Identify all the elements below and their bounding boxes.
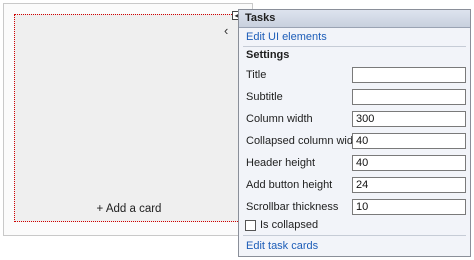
column-width-label: Column width xyxy=(246,113,313,125)
column-width-input[interactable] xyxy=(352,111,466,127)
tasks-panel: Tasks Edit UI elements Settings Title Su… xyxy=(238,9,471,257)
header-height-input[interactable] xyxy=(352,155,466,171)
edit-task-cards-link[interactable]: Edit task cards xyxy=(246,240,318,252)
add-button-height-label: Add button height xyxy=(246,179,333,191)
scrollbar-thickness-input[interactable] xyxy=(352,199,466,215)
add-card-button[interactable]: + Add a card xyxy=(15,203,243,215)
add-button-height-input[interactable] xyxy=(352,177,466,193)
subtitle-label: Subtitle xyxy=(246,91,283,103)
collapsed-column-width-label: Collapsed column width xyxy=(246,135,363,147)
divider xyxy=(243,46,466,47)
tasks-header: Tasks xyxy=(239,10,470,28)
title-label: Title xyxy=(246,69,267,81)
is-collapsed-checkbox[interactable] xyxy=(245,220,256,231)
card-column[interactable]: + Add a card xyxy=(14,14,244,222)
is-collapsed-label: Is collapsed xyxy=(260,219,319,231)
title-input[interactable] xyxy=(352,67,466,83)
scrollbar-thickness-label: Scrollbar thickness xyxy=(246,201,339,213)
designer-surface: + Add a card ‹ ◂ xyxy=(0,0,256,240)
settings-title: Settings xyxy=(246,49,290,61)
subtitle-input[interactable] xyxy=(352,89,466,105)
chevron-left-icon[interactable]: ‹ xyxy=(224,24,228,37)
kanban-control[interactable]: + Add a card xyxy=(3,3,253,236)
edit-ui-elements-link[interactable]: Edit UI elements xyxy=(246,31,327,43)
header-height-label: Header height xyxy=(246,157,316,169)
collapsed-column-width-input[interactable] xyxy=(352,133,466,149)
divider xyxy=(243,235,466,236)
